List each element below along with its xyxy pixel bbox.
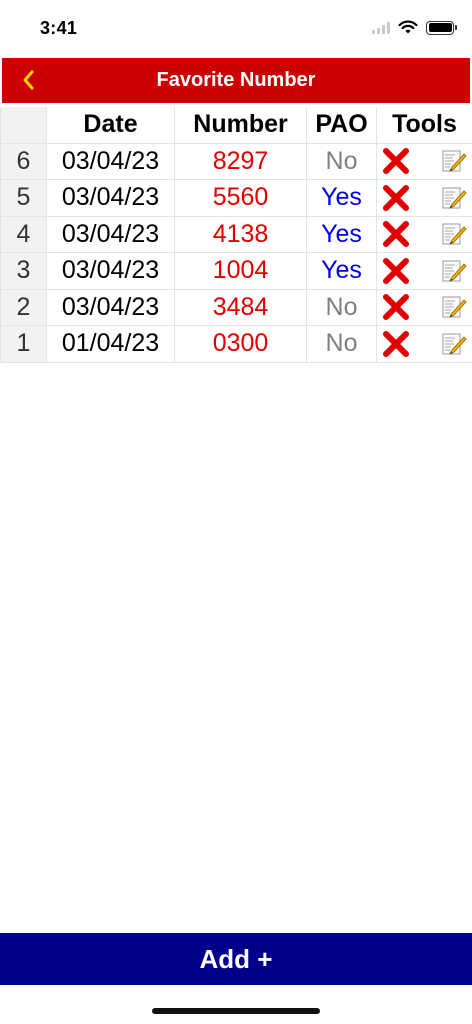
delete-x-icon[interactable] bbox=[381, 148, 411, 175]
delete-x-icon[interactable] bbox=[381, 330, 411, 357]
row-index: 5 bbox=[0, 180, 47, 216]
status-icons bbox=[372, 20, 457, 35]
row-date: 03/04/23 bbox=[47, 216, 175, 252]
row-index: 4 bbox=[0, 216, 47, 252]
row-tools bbox=[377, 253, 472, 289]
table-row: 6 03/04/23 8297 No bbox=[0, 143, 472, 180]
header-date: Date bbox=[47, 107, 175, 143]
signal-icon bbox=[372, 21, 390, 34]
delete-x-icon[interactable] bbox=[381, 294, 411, 321]
table-row: 4 03/04/23 4138 Yes bbox=[0, 216, 472, 253]
table-body: 6 03/04/23 8297 No 5 03/04/23 5560 Yes 4 03/04/23… bbox=[0, 143, 472, 363]
row-tools bbox=[377, 217, 472, 253]
edit-memo-icon[interactable] bbox=[441, 331, 467, 357]
row-index: 6 bbox=[0, 143, 47, 179]
row-tools bbox=[377, 180, 472, 216]
row-date: 03/04/23 bbox=[47, 289, 175, 325]
row-pao: No bbox=[307, 326, 377, 362]
table-row: 1 01/04/23 0300 No bbox=[0, 326, 472, 363]
row-number: 1004 bbox=[175, 253, 307, 289]
delete-x-icon[interactable] bbox=[381, 257, 411, 284]
row-index: 2 bbox=[0, 289, 47, 325]
delete-x-icon[interactable] bbox=[381, 184, 411, 211]
delete-x-icon[interactable] bbox=[381, 221, 411, 248]
row-pao: No bbox=[307, 289, 377, 325]
table-row: 5 03/04/23 5560 Yes bbox=[0, 180, 472, 217]
header-pao: PAO bbox=[307, 107, 377, 143]
row-index: 3 bbox=[0, 253, 47, 289]
row-number: 3484 bbox=[175, 289, 307, 325]
edit-memo-icon[interactable] bbox=[441, 258, 467, 284]
edit-memo-icon[interactable] bbox=[441, 221, 467, 247]
header-tools: Tools bbox=[392, 110, 457, 139]
status-bar: 3:41 bbox=[0, 0, 472, 56]
battery-icon bbox=[426, 20, 457, 35]
edit-memo-icon[interactable] bbox=[441, 148, 467, 174]
header-number: Number bbox=[175, 107, 307, 143]
header-index bbox=[0, 107, 47, 143]
favorite-number-table: Date Number PAO Tools 6 03/04/23 8297 No 5 03… bbox=[0, 107, 472, 363]
row-number: 8297 bbox=[175, 143, 307, 179]
row-pao: Yes bbox=[307, 216, 377, 252]
row-date: 03/04/23 bbox=[47, 180, 175, 216]
add-button[interactable]: Add + bbox=[0, 933, 472, 985]
nav-bar: Favorite Number bbox=[2, 58, 470, 103]
row-date: 03/04/23 bbox=[47, 253, 175, 289]
row-number: 4138 bbox=[175, 216, 307, 252]
row-pao: Yes bbox=[307, 180, 377, 216]
edit-memo-icon[interactable] bbox=[441, 294, 467, 320]
row-number: 5560 bbox=[175, 180, 307, 216]
page-title: Favorite Number bbox=[156, 69, 316, 91]
row-tools bbox=[377, 326, 472, 362]
add-button-label: Add + bbox=[199, 943, 273, 974]
row-number: 0300 bbox=[175, 326, 307, 362]
status-time: 3:41 bbox=[40, 18, 78, 38]
table-header-row: Date Number PAO Tools bbox=[0, 107, 472, 144]
table-row: 3 03/04/23 1004 Yes bbox=[0, 253, 472, 290]
row-tools bbox=[377, 144, 472, 180]
table-row: 2 03/04/23 3484 No bbox=[0, 289, 472, 326]
row-pao: Yes bbox=[307, 253, 377, 289]
row-tools bbox=[377, 290, 472, 326]
home-indicator bbox=[152, 1008, 320, 1014]
row-date: 03/04/23 bbox=[47, 143, 175, 179]
row-pao: No bbox=[307, 143, 377, 179]
row-index: 1 bbox=[0, 326, 47, 362]
edit-memo-icon[interactable] bbox=[441, 185, 467, 211]
wifi-icon bbox=[398, 20, 418, 34]
row-date: 01/04/23 bbox=[47, 326, 175, 362]
